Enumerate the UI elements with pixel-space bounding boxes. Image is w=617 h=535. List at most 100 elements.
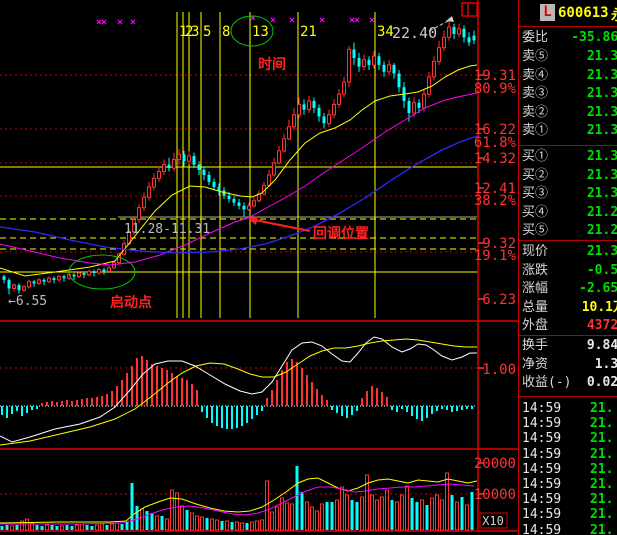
volume-bar-up <box>226 521 229 530</box>
pullback-arrow <box>250 219 310 231</box>
volume-bar-down <box>16 525 19 530</box>
info-row[interactable]: 外盘43727 <box>519 317 617 334</box>
tick-row[interactable]: 14:5921. <box>519 447 617 462</box>
weibi-row[interactable]: 委比-35.86% <box>519 29 617 46</box>
sell-level-4[interactable]: 卖④21.37 <box>519 67 617 84</box>
volume-bar-up <box>361 497 364 530</box>
candle-down <box>353 49 356 58</box>
quote-title-bar: L 600613 永 <box>519 0 617 26</box>
info-row[interactable]: 涨幅-2.65% <box>519 280 617 297</box>
volume-bar-up <box>306 502 309 530</box>
buy-level-1[interactable]: 买①21.32 <box>519 148 617 165</box>
tick-time: 14:59 <box>522 431 561 446</box>
trading-app-window: 12358132134×××××××××××时间回调位置启动点←6.5511.2… <box>0 0 617 535</box>
fib-percent-label: 38.2% <box>474 193 517 209</box>
buy-level-3-value: 21.30 <box>587 185 617 202</box>
candle-up <box>338 94 341 104</box>
volume-bar-up <box>191 513 194 530</box>
volume-bar-up <box>441 500 444 530</box>
sell-level-2-value: 21.35 <box>587 104 617 121</box>
info-row[interactable]: 净资1.32 <box>519 356 617 373</box>
volume-bar-down <box>86 525 89 530</box>
volume-bar-up <box>311 507 314 530</box>
sell-level-5-value: 21.38 <box>587 48 617 65</box>
candle-down <box>33 282 36 284</box>
candle-down <box>73 275 76 277</box>
window-restore-icon[interactable] <box>462 3 477 16</box>
candle-up <box>98 270 101 273</box>
volume-bar-down <box>426 505 429 530</box>
candle-up <box>23 287 26 290</box>
signal-marker-icon: × <box>319 15 325 26</box>
sell-level-5[interactable]: 卖⑤21.38 <box>519 48 617 65</box>
price-axis-label: 6.23 <box>482 292 516 308</box>
tick-price: 21. <box>590 401 613 416</box>
candle-up <box>443 37 446 47</box>
volume-bar-down <box>331 502 334 530</box>
candle-up <box>28 282 31 287</box>
stock-name[interactable]: 永 <box>611 5 617 25</box>
sell-level-2[interactable]: 卖②21.35 <box>519 104 617 121</box>
fib-time-number: 13 <box>252 24 269 40</box>
stock-code[interactable]: 600613 <box>558 5 609 21</box>
volume-bar-down <box>71 526 74 530</box>
info-row[interactable]: 总量10.1万 <box>519 299 617 316</box>
volume-bar-up <box>141 509 144 530</box>
sell-level-3[interactable]: 卖③21.36 <box>519 85 617 102</box>
panel-divider <box>519 335 617 336</box>
info-row[interactable]: 现价21.33 <box>519 243 617 260</box>
candle-down <box>203 170 206 175</box>
price-axis-label: 14.32 <box>474 151 516 167</box>
volume-bar-down <box>301 492 304 530</box>
tick-row[interactable]: 14:5921. <box>519 462 617 477</box>
volume-bar-up <box>406 486 409 530</box>
candle-up <box>188 156 191 161</box>
volume-bar-down <box>51 525 54 530</box>
volume-bar-up <box>376 500 379 530</box>
tick-row[interactable]: 14:5921. <box>519 401 617 416</box>
volume-bar-up <box>171 490 174 530</box>
volume-bar-up <box>256 521 259 530</box>
volume-bar-down <box>91 526 94 530</box>
candle-down <box>8 280 11 289</box>
panel-divider <box>519 396 617 397</box>
buy-level-5-label: 买⑤ <box>522 222 548 239</box>
candle-down <box>208 175 211 182</box>
info-row[interactable]: 涨跌-0.58 <box>519 262 617 279</box>
tick-row[interactable]: 14:5921. <box>519 431 617 446</box>
candle-down <box>243 206 246 209</box>
buy-level-5[interactable]: 买⑤21.28 <box>519 222 617 239</box>
high-arrowhead-icon <box>446 16 454 22</box>
candle-up <box>423 94 426 108</box>
tick-row[interactable]: 14:5921. <box>519 492 617 507</box>
tick-row[interactable]: 14:5921. <box>519 507 617 522</box>
buy-level-3[interactable]: 买③21.30 <box>519 185 617 202</box>
tick-price: 21. <box>590 507 613 522</box>
buy-level-4[interactable]: 买④21.29 <box>519 204 617 221</box>
candle-down <box>378 56 381 65</box>
tick-row[interactable]: 14:5921. <box>519 477 617 492</box>
tick-row[interactable]: 14:5921. <box>519 416 617 431</box>
sell-level-1[interactable]: 卖①21.34 <box>519 122 617 139</box>
volume-bar-up <box>196 516 199 530</box>
volume-bar-down <box>461 497 464 530</box>
sell-level-1-value: 21.34 <box>587 122 617 139</box>
candle-up <box>143 197 146 207</box>
volume-bar-down <box>206 518 209 530</box>
info-row[interactable]: 收益(-)0.025 <box>519 374 617 391</box>
tick-price: 21. <box>590 523 613 535</box>
candle-down <box>323 116 326 123</box>
volume-bar-up <box>286 503 289 530</box>
buy-level-4-value: 21.29 <box>587 204 617 221</box>
volume-bar-down <box>66 525 69 530</box>
buy-level-2[interactable]: 买②21.31 <box>519 167 617 184</box>
candle-down <box>358 58 361 67</box>
candle-down <box>318 108 321 117</box>
candle-down <box>213 182 216 187</box>
candle-up <box>448 27 451 37</box>
signal-marker-icon: × <box>117 17 123 28</box>
info-row[interactable]: 换手9.84% <box>519 337 617 354</box>
tick-time: 14:59 <box>522 462 561 477</box>
candle-up <box>88 271 91 274</box>
tick-row[interactable]: 14:5921. <box>519 523 617 535</box>
